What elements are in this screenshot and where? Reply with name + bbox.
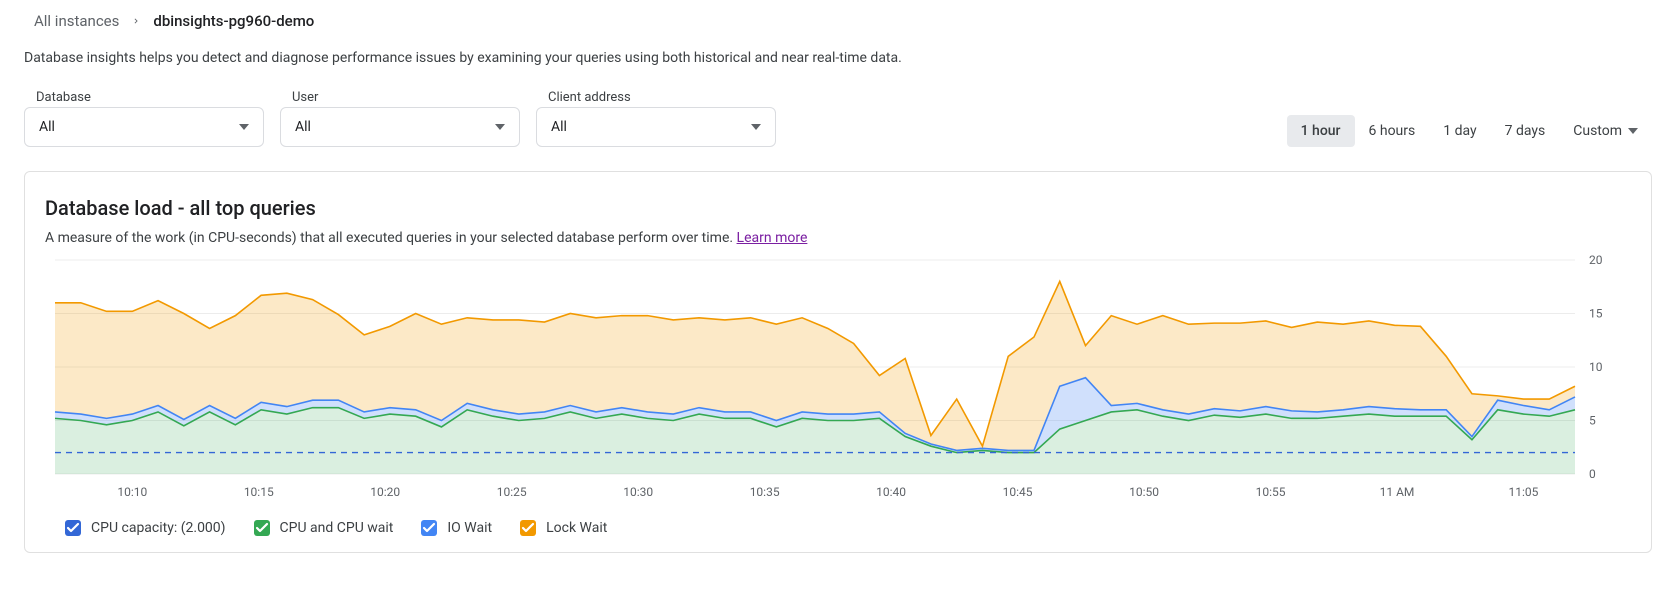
caret-down-icon (495, 124, 505, 130)
svg-text:10:50: 10:50 (1129, 485, 1159, 499)
svg-text:10:20: 10:20 (370, 485, 400, 499)
card-subtitle: A measure of the work (in CPU-seconds) t… (45, 230, 1631, 246)
legend-label: Lock Wait (546, 520, 607, 536)
svg-text:10:45: 10:45 (1003, 485, 1033, 499)
user-filter-value: All (295, 119, 311, 135)
user-filter: User All (280, 90, 520, 147)
svg-text:10:55: 10:55 (1256, 485, 1286, 499)
legend-swatch (254, 520, 270, 536)
filters-row: Database All User All Client address All… (24, 90, 1652, 147)
database-load-card: Database load - all top queries A measur… (24, 171, 1652, 553)
legend-item[interactable]: CPU and CPU wait (254, 520, 394, 536)
breadcrumb: All instances dbinsights-pg960-demo (34, 12, 1652, 30)
client-filter-value: All (551, 119, 567, 135)
svg-text:10:30: 10:30 (623, 485, 653, 499)
legend-label: IO Wait (447, 520, 492, 536)
user-filter-label: User (292, 90, 520, 105)
learn-more-link[interactable]: Learn more (737, 230, 808, 246)
legend-item[interactable]: CPU capacity: (2.000) (65, 520, 226, 536)
timerange-option[interactable]: 1 day (1429, 115, 1490, 147)
client-filter-label: Client address (548, 90, 776, 105)
timerange-option[interactable]: Custom (1559, 115, 1652, 147)
legend-swatch (520, 520, 536, 536)
page-description: Database insights helps you detect and d… (24, 50, 1652, 66)
svg-text:10:15: 10:15 (244, 485, 274, 499)
svg-text:20: 20 (1589, 254, 1603, 267)
caret-down-icon (751, 124, 761, 130)
legend-label: CPU capacity: (2.000) (91, 520, 226, 536)
database-filter-select[interactable]: All (24, 107, 264, 147)
legend-item[interactable]: IO Wait (421, 520, 492, 536)
database-load-chart[interactable]: 0 5 10 15 20 10:10 10:15 10:20 10:25 10:30 10:35 10… (45, 254, 1631, 504)
svg-text:11:05: 11:05 (1509, 485, 1539, 499)
legend-swatch (421, 520, 437, 536)
svg-text:0: 0 (1589, 467, 1596, 481)
database-filter: Database All (24, 90, 264, 147)
timerange-option[interactable]: 1 hour (1287, 115, 1355, 147)
svg-text:10:40: 10:40 (876, 485, 906, 499)
chevron-right-icon (131, 12, 141, 30)
card-title: Database load - all top queries (45, 196, 1631, 220)
svg-text:5: 5 (1589, 414, 1596, 428)
svg-text:10:10: 10:10 (117, 485, 147, 499)
client-filter: Client address All (536, 90, 776, 147)
chart-legend: CPU capacity: (2.000) CPU and CPU wait IO … (45, 520, 1631, 536)
svg-text:11 AM: 11 AM (1380, 485, 1415, 499)
user-filter-select[interactable]: All (280, 107, 520, 147)
svg-text:10: 10 (1589, 360, 1603, 374)
breadcrumb-parent[interactable]: All instances (34, 12, 119, 30)
timerange-option[interactable]: 6 hours (1355, 115, 1430, 147)
client-filter-select[interactable]: All (536, 107, 776, 147)
database-filter-value: All (39, 119, 55, 135)
timerange-selector: 1 hour6 hours1 day7 daysCustom (1287, 115, 1652, 147)
svg-text:15: 15 (1589, 307, 1603, 321)
legend-label: CPU and CPU wait (280, 520, 394, 536)
caret-down-icon (1628, 128, 1638, 134)
svg-text:10:25: 10:25 (497, 485, 527, 499)
caret-down-icon (239, 124, 249, 130)
legend-swatch (65, 520, 81, 536)
breadcrumb-current: dbinsights-pg960-demo (153, 12, 314, 30)
legend-item[interactable]: Lock Wait (520, 520, 607, 536)
timerange-option[interactable]: 7 days (1491, 115, 1560, 147)
svg-text:10:35: 10:35 (750, 485, 780, 499)
database-filter-label: Database (36, 90, 264, 105)
